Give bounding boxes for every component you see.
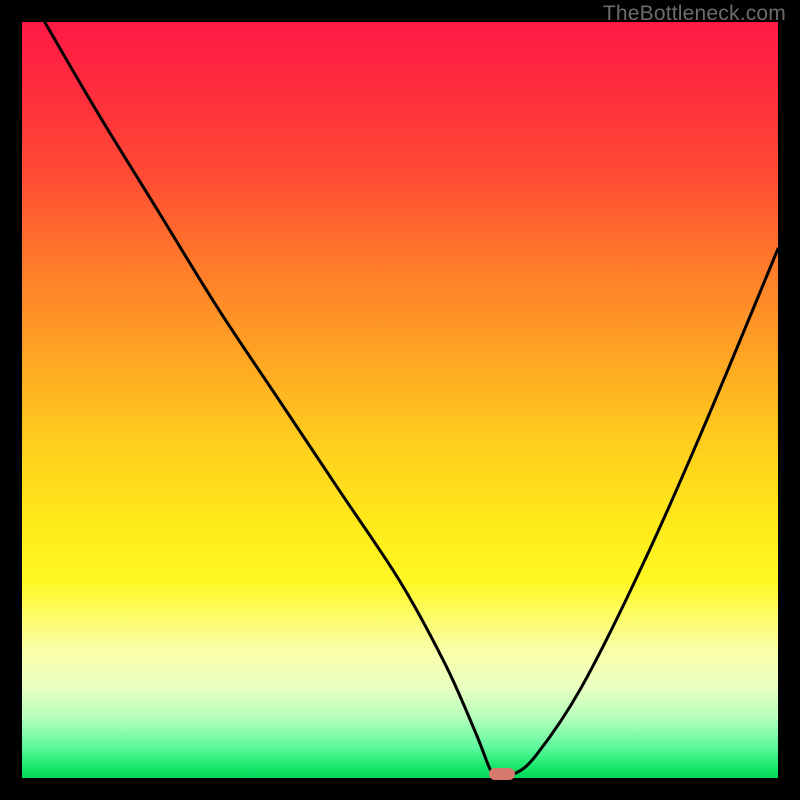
bottleneck-curve bbox=[22, 22, 778, 778]
chart-frame: TheBottleneck.com bbox=[0, 0, 800, 800]
plot-area bbox=[22, 22, 778, 778]
watermark-text: TheBottleneck.com bbox=[603, 2, 786, 26]
curve-path bbox=[45, 22, 778, 776]
optimal-marker bbox=[489, 768, 515, 780]
